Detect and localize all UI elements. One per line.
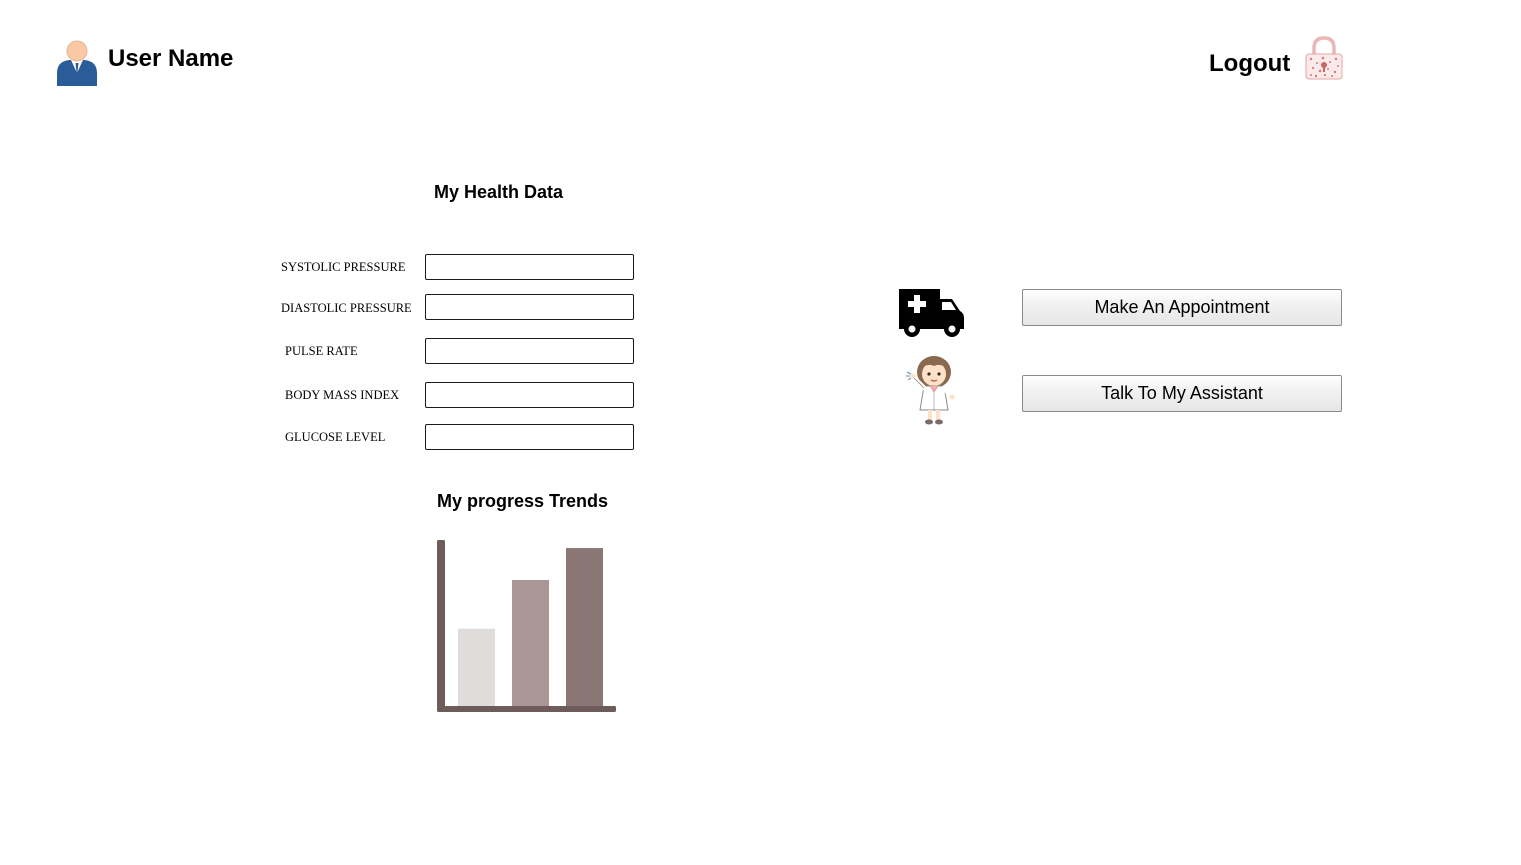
make-appointment-button[interactable]: Make An Appointment	[1022, 289, 1342, 326]
user-name: User Name	[108, 45, 234, 72]
progress-trends-title: My progress Trends	[437, 491, 609, 511]
user-avatar-icon	[56, 40, 98, 86]
glucose-level-label: GLUCOSE LEVEL	[285, 430, 386, 444]
diastolic-pressure-label: DIASTOLIC PRESSURE	[281, 301, 412, 315]
padlock-icon[interactable]	[1303, 35, 1345, 81]
chart-x-axis	[437, 706, 616, 712]
health-data-title: My Health Data	[434, 182, 564, 202]
chart-bar-2	[512, 580, 549, 706]
talk-to-assistant-button[interactable]: Talk To My Assistant	[1022, 375, 1342, 412]
glucose-level-input[interactable]	[425, 424, 634, 450]
ambulance-icon	[896, 285, 968, 341]
doctor-assistant-icon	[904, 352, 960, 426]
body-mass-index-input[interactable]	[425, 382, 634, 408]
chart-bar-3	[566, 548, 603, 706]
systolic-pressure-input[interactable]	[425, 254, 634, 280]
systolic-pressure-label: SYSTOLIC PRESSURE	[281, 260, 406, 274]
pulse-rate-label: PULSE RATE	[285, 344, 358, 358]
pulse-rate-input[interactable]	[425, 338, 634, 364]
diastolic-pressure-input[interactable]	[425, 294, 634, 320]
chart-y-axis	[437, 540, 445, 710]
progress-trends-chart	[430, 535, 630, 720]
chart-bar-1	[458, 628, 495, 706]
logout-link[interactable]: Logout	[1209, 49, 1290, 79]
body-mass-index-label: BODY MASS INDEX	[285, 388, 400, 402]
